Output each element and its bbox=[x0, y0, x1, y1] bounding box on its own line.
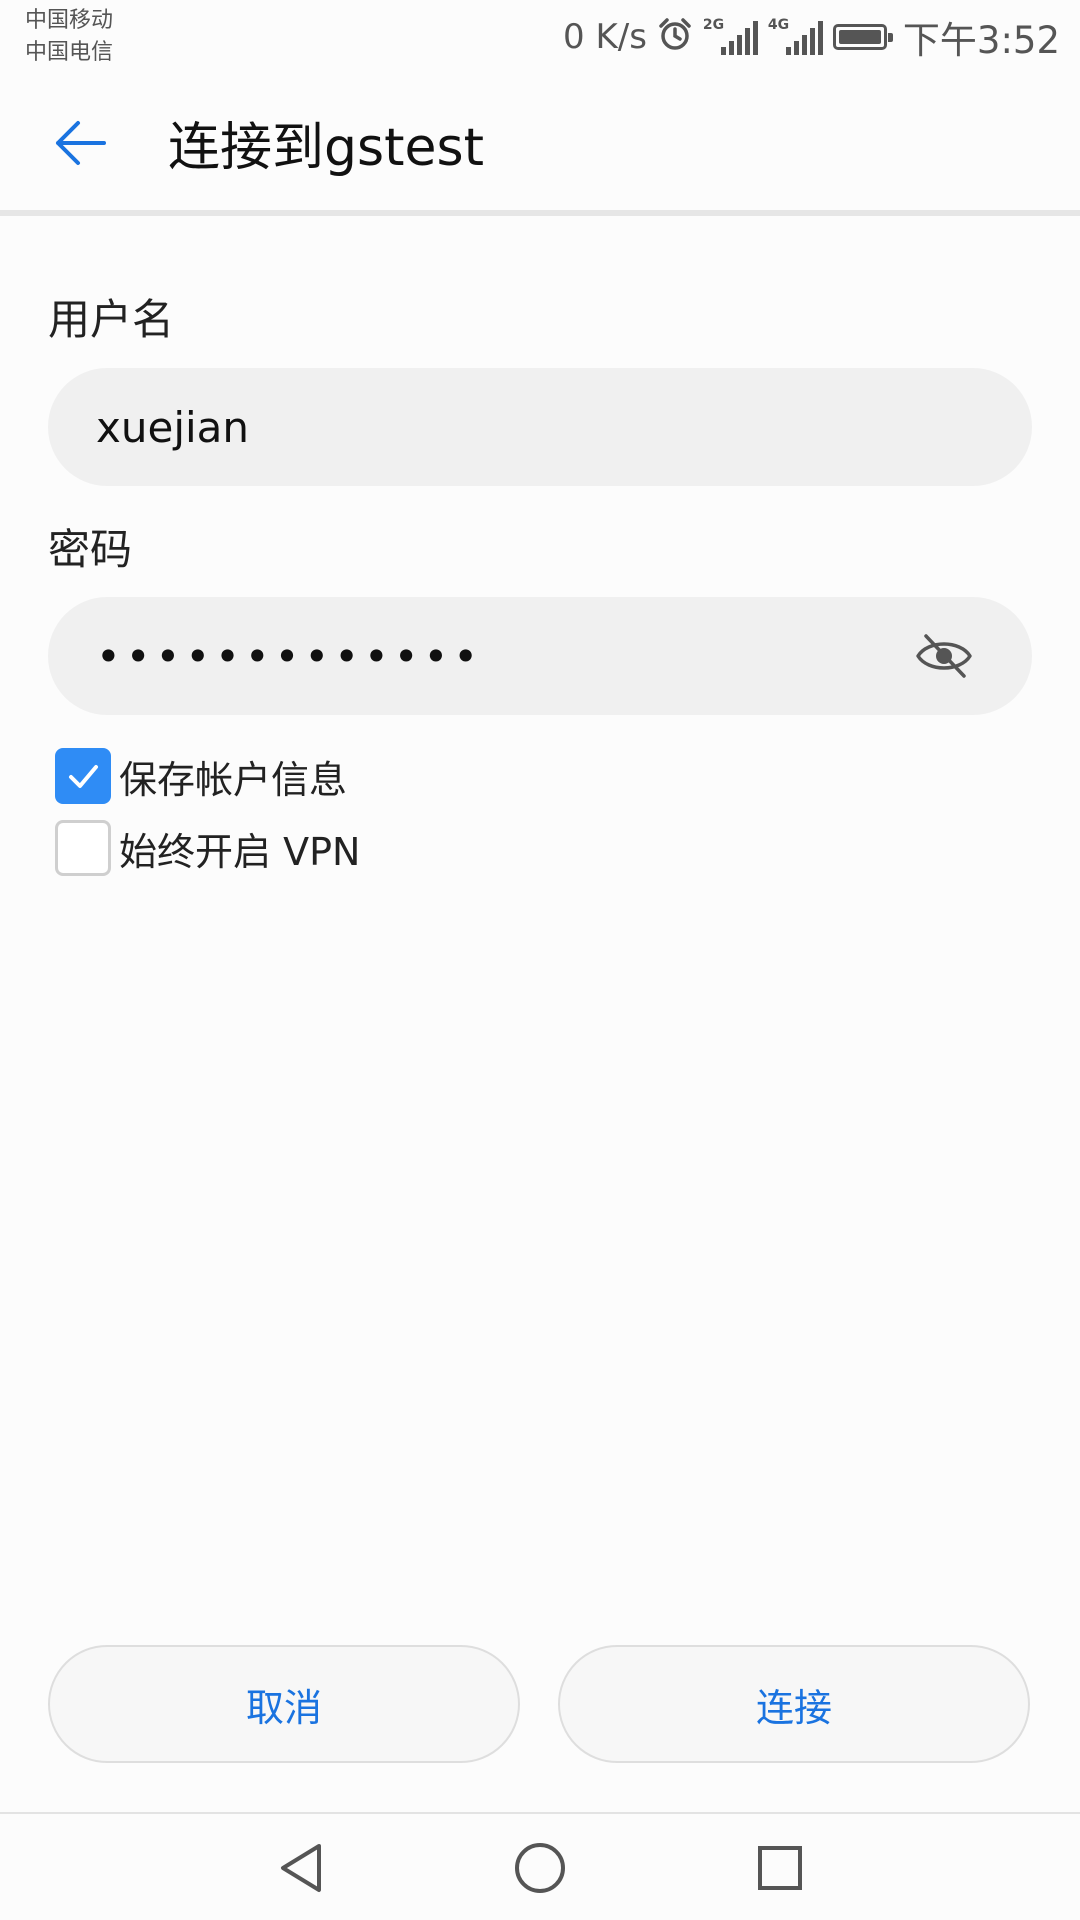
signal-icon: 4G bbox=[767, 17, 823, 55]
sim2-network-type: 4G bbox=[767, 17, 790, 33]
recents-square-icon bbox=[758, 1846, 802, 1890]
signal-icon: 2G bbox=[702, 17, 758, 55]
back-triangle-icon bbox=[281, 1844, 321, 1892]
eye-off-icon[interactable] bbox=[914, 626, 974, 686]
cancel-button[interactable]: 取消 bbox=[48, 1645, 520, 1763]
password-label: 密码 bbox=[48, 525, 133, 574]
always-on-vpn-checkbox-row[interactable]: 始终开启 VPN bbox=[55, 820, 360, 876]
username-label: 用户名 bbox=[48, 295, 175, 344]
carrier-1-label: 中国移动 bbox=[25, 8, 114, 33]
save-account-checkbox-row[interactable]: 保存帐户信息 bbox=[55, 748, 347, 804]
nav-home-button[interactable] bbox=[510, 1838, 570, 1898]
connect-button[interactable]: 连接 bbox=[558, 1645, 1030, 1763]
password-value: ••••••••••••• bbox=[96, 631, 484, 681]
back-arrow-icon bbox=[50, 113, 110, 177]
always-on-vpn-checkbox[interactable] bbox=[55, 820, 111, 876]
battery-icon bbox=[832, 24, 893, 50]
carrier-2-label: 中国电信 bbox=[25, 40, 114, 65]
nav-divider bbox=[0, 1812, 1080, 1814]
alarm-icon bbox=[657, 17, 693, 57]
back-button[interactable] bbox=[40, 105, 120, 185]
username-field[interactable]: xuejian bbox=[48, 368, 1032, 486]
always-on-vpn-label: 始终开启 VPN bbox=[119, 829, 361, 874]
save-account-label: 保存帐户信息 bbox=[119, 757, 348, 802]
nav-recents-button[interactable] bbox=[750, 1838, 810, 1898]
status-bar-right: 0 K/s 2G 4G 下午3:52 bbox=[563, 12, 1060, 62]
home-circle-icon bbox=[515, 1843, 565, 1893]
sim1-network-type: 2G bbox=[702, 17, 725, 33]
username-value: xuejian bbox=[96, 402, 250, 452]
header-divider bbox=[0, 210, 1080, 216]
network-speed: 0 K/s bbox=[563, 17, 647, 57]
page-title: 连接到gstest bbox=[168, 118, 484, 178]
save-account-checkbox[interactable] bbox=[55, 748, 111, 804]
status-time: 下午3:52 bbox=[902, 19, 1060, 62]
password-field[interactable]: ••••••••••••• bbox=[48, 597, 1032, 715]
nav-back-button[interactable] bbox=[270, 1838, 330, 1898]
checkmark-icon bbox=[69, 765, 98, 788]
